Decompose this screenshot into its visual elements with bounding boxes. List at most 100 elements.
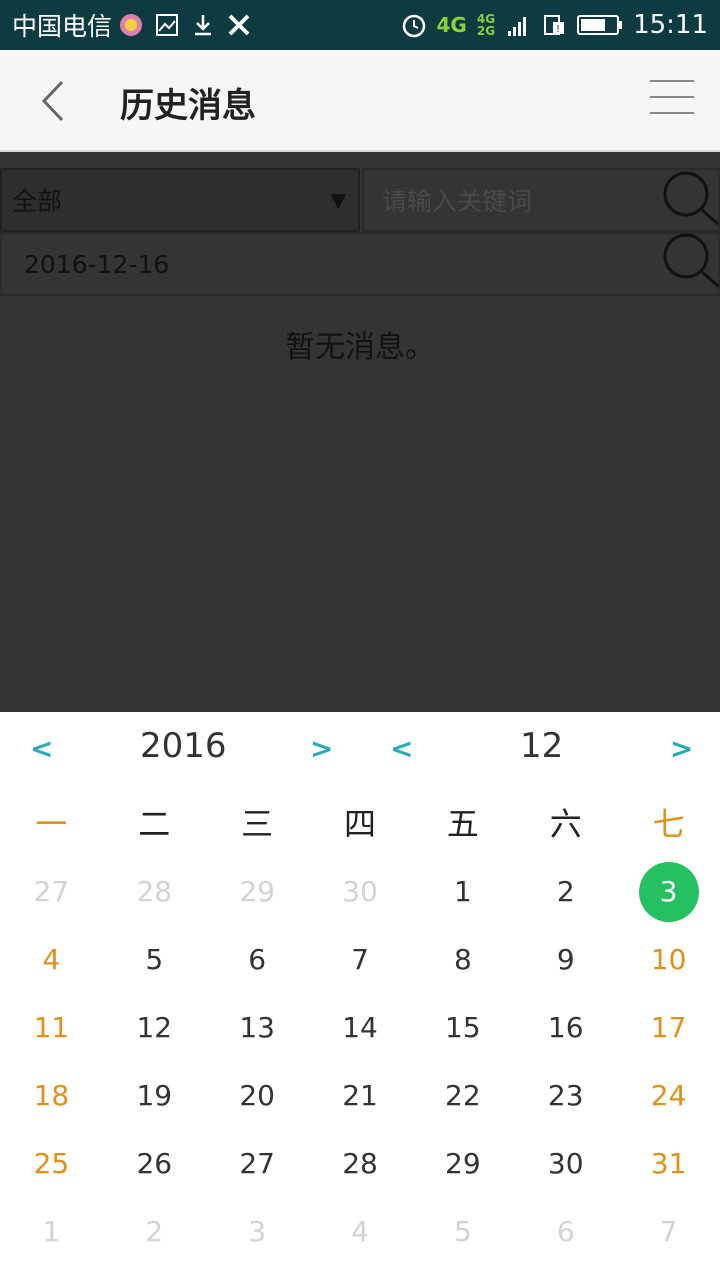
calendar-day[interactable]: 1 [411, 858, 514, 926]
weekday-label: 二 [138, 805, 171, 843]
status-right: 4G 4G 2G ! 15:11 [401, 10, 708, 40]
search-icon [663, 233, 719, 288]
weekday-label: 六 [549, 805, 582, 843]
calendar-day[interactable]: 29 [206, 858, 309, 926]
calendar-week: 4 5 6 7 8 9 10 [0, 926, 720, 994]
calendar-day[interactable]: 19 [103, 1062, 206, 1130]
calendar-day[interactable]: 29 [411, 1130, 514, 1198]
prev-month-button[interactable]: < [390, 732, 413, 765]
alarm-icon [401, 12, 427, 38]
category-select[interactable]: 全部 ▼ [0, 168, 360, 232]
weekday-label: 四 [344, 805, 377, 843]
network-dual: 4G 2G [476, 12, 496, 38]
next-year-button[interactable]: > [310, 732, 333, 765]
calendar-day[interactable]: 24 [617, 1062, 720, 1130]
calendar-day[interactable]: 4 [0, 926, 103, 994]
calendar-day[interactable]: 27 [206, 1130, 309, 1198]
app-notification-icon [118, 12, 144, 38]
calendar-day[interactable]: 25 [0, 1130, 103, 1198]
signal-icon [505, 12, 531, 38]
calendar-day[interactable]: 21 [309, 1062, 412, 1130]
calendar-day[interactable]: 27 [0, 858, 103, 926]
calendar-day[interactable]: 6 [206, 926, 309, 994]
weekday-label: 七 [652, 805, 685, 843]
calendar-day[interactable]: 28 [103, 858, 206, 926]
calendar-day[interactable]: 22 [411, 1062, 514, 1130]
calendar-week: 18 19 20 21 22 23 24 [0, 1062, 720, 1130]
back-button[interactable] [30, 76, 80, 126]
keyword-placeholder: 请输入关键词 [382, 187, 533, 216]
calendar-day[interactable]: 7 [617, 1198, 720, 1266]
network-type: 4G [436, 13, 467, 37]
calendar-week: 11 12 13 14 15 16 17 [0, 994, 720, 1062]
date-input[interactable]: 2016-12-16 [0, 232, 720, 296]
keyword-search-button[interactable] [660, 168, 720, 228]
calendar-week: 27 28 29 30 1 2 3 [0, 858, 720, 926]
calendar-day[interactable]: 2 [103, 1198, 206, 1266]
weekday-label: 一 [35, 805, 68, 843]
download-icon [190, 12, 216, 38]
sim-alert-icon: ! [541, 12, 567, 38]
calendar-day[interactable]: 3 [206, 1198, 309, 1266]
page-title: 历史消息 [120, 86, 256, 126]
menu-icon-line [650, 112, 694, 114]
month-label: 12 [520, 726, 564, 766]
clock: 15:11 [633, 10, 708, 40]
date-search-button[interactable] [660, 230, 720, 290]
prev-year-button[interactable]: < [30, 732, 53, 765]
weekday-header: 一 二 三 四 五 六 七 [0, 790, 720, 858]
search-icon [663, 171, 719, 226]
calendar-day[interactable]: 12 [103, 994, 206, 1062]
calendar-day[interactable]: 5 [411, 1198, 514, 1266]
calendar-day[interactable]: 18 [0, 1062, 103, 1130]
menu-icon-line [650, 96, 694, 98]
calendar-day[interactable]: 23 [514, 1062, 617, 1130]
calendar-day[interactable]: 11 [0, 994, 103, 1062]
app-header: 历史消息 [0, 50, 720, 152]
calendar-day[interactable]: 16 [514, 994, 617, 1062]
calendar-day[interactable]: 30 [309, 858, 412, 926]
calendar-week: 1 2 3 4 5 6 7 [0, 1198, 720, 1266]
notification-icons [118, 12, 252, 38]
calendar-day[interactable]: 4 [309, 1198, 412, 1266]
selected-day-label: 3 [638, 862, 699, 922]
calendar-day[interactable]: 20 [206, 1062, 309, 1130]
calendar-day[interactable]: 10 [617, 926, 720, 994]
calendar-day[interactable]: 14 [309, 994, 412, 1062]
battery-icon [577, 12, 623, 38]
category-selected-value: 全部 [12, 187, 63, 216]
calendar-day[interactable]: 8 [411, 926, 514, 994]
calendar-day[interactable]: 5 [103, 926, 206, 994]
calendar-day[interactable]: 9 [514, 926, 617, 994]
menu-button[interactable] [650, 80, 694, 120]
calendar-grid: 一 二 三 四 五 六 七 27 28 29 30 1 2 3 4 5 6 7 … [0, 790, 720, 1266]
calendar-day[interactable]: 1 [0, 1198, 103, 1266]
calendar-day[interactable]: 28 [309, 1130, 412, 1198]
calendar-day[interactable]: 31 [617, 1130, 720, 1198]
calendar-week: 25 26 27 28 29 30 31 [0, 1130, 720, 1198]
chevron-left-icon [41, 80, 64, 122]
calendar-day[interactable]: 30 [514, 1130, 617, 1198]
menu-icon-line [650, 80, 694, 82]
weekday-label: 三 [241, 805, 274, 843]
empty-message: 暂无消息。 [285, 330, 435, 365]
dropdown-arrow-icon: ▼ [330, 188, 346, 212]
image-icon [154, 12, 180, 38]
calendar-day[interactable]: 6 [514, 1198, 617, 1266]
calendar-day-selected[interactable]: 3 [617, 858, 720, 926]
calendar-day[interactable]: 7 [309, 926, 412, 994]
calendar-day[interactable]: 15 [411, 994, 514, 1062]
svg-text:!: ! [556, 24, 560, 35]
calendar-day[interactable]: 26 [103, 1130, 206, 1198]
calendar-day[interactable]: 13 [206, 994, 309, 1062]
next-month-button[interactable]: > [670, 732, 693, 765]
calendar-day[interactable]: 2 [514, 858, 617, 926]
calendar-day[interactable]: 17 [617, 994, 720, 1062]
tools-icon [226, 12, 252, 38]
date-value: 2016-12-16 [24, 249, 170, 279]
weekday-label: 五 [446, 805, 479, 843]
year-label: 2016 [140, 726, 227, 766]
date-picker: < 2016 > < 12 > 一 二 三 四 五 六 七 27 28 29 3… [0, 712, 720, 1280]
status-bar: 中国电信 4G 4G 2G ! 15:11 [0, 0, 720, 50]
carrier-label: 中国电信 [12, 12, 113, 41]
